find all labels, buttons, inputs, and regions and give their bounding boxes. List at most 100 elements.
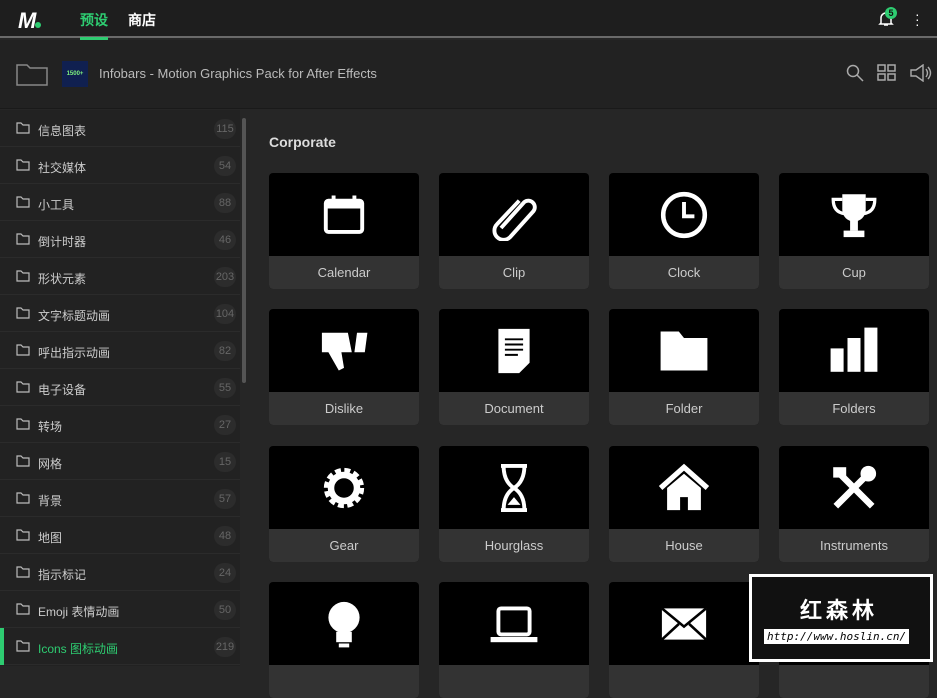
folder-icon[interactable] [16, 62, 48, 86]
card-label: Folder [609, 392, 759, 425]
sidebar-item[interactable]: 社交媒体 54 [0, 147, 240, 184]
sidebar-item[interactable]: 文字标题动画 104 [0, 295, 240, 332]
item-count: 54 [214, 156, 236, 176]
volume-icon[interactable] [910, 64, 932, 82]
trophy-icon [831, 193, 877, 237]
card-label: Document [439, 392, 589, 425]
sidebar-item-label: 背景 [38, 494, 63, 508]
item-count: 219 [214, 637, 236, 657]
icon-preset-card[interactable]: Document [439, 309, 589, 425]
sidebar-item[interactable]: 网格 15 [0, 443, 240, 480]
document-icon [498, 328, 530, 373]
icon-preset-card[interactable]: Hourglass [439, 446, 589, 562]
icon-preset-card[interactable]: Clock [609, 173, 759, 289]
more-menu-icon[interactable]: · · · [915, 7, 920, 31]
folder-icon [16, 233, 30, 248]
sidebar-item[interactable]: 指示标记 24 [0, 554, 240, 591]
sidebar-item-label: 小工具 [38, 198, 75, 212]
item-count: 27 [214, 415, 236, 435]
sidebar-item-label: 社交媒体 [38, 161, 87, 175]
card-label: Clip [439, 256, 589, 289]
sidebar-item[interactable]: 倒计时器 46 [0, 221, 240, 258]
folder-icon [660, 331, 708, 370]
folder-icon [16, 418, 30, 433]
sidebar-item-label: 网格 [38, 457, 63, 471]
folder-icon [16, 344, 30, 359]
item-count: 82 [214, 341, 236, 361]
item-count: 104 [214, 304, 236, 324]
icon-preset-card[interactable] [439, 582, 589, 698]
icon-preset-card[interactable] [609, 582, 759, 698]
sidebar-scrollbar[interactable] [242, 118, 246, 383]
paperclip-icon [492, 198, 537, 241]
notification-badge: 5 [885, 7, 897, 19]
sidebar-item[interactable]: Icons 图标动画 219 [0, 628, 240, 665]
laptop-icon [490, 605, 538, 642]
search-icon[interactable] [846, 64, 864, 82]
sidebar-item[interactable]: 呼出指示动画 82 [0, 332, 240, 369]
sidebar-item[interactable]: 形状元素 203 [0, 258, 240, 295]
sidebar-item-label: 形状元素 [38, 272, 87, 286]
card-label: Hourglass [439, 529, 589, 562]
item-count: 115 [214, 119, 236, 139]
watermark-url: http://www.hoslin.cn/ [764, 629, 910, 644]
sidebar-item[interactable]: 电子设备 55 [0, 369, 240, 406]
icon-preset-card[interactable]: House [609, 446, 759, 562]
icon-preset-card[interactable]: Instruments [779, 446, 929, 562]
sidebar-item[interactable]: 地图 48 [0, 517, 240, 554]
sidebar-item-label: 地图 [38, 531, 63, 545]
item-count: 46 [214, 230, 236, 250]
sidebar-item-label: 呼出指示动画 [38, 346, 111, 360]
item-count: 55 [214, 378, 236, 398]
sidebar-item[interactable]: 转场 27 [0, 406, 240, 443]
card-label: Calendar [269, 256, 419, 289]
icon-preset-card[interactable]: Folder [609, 309, 759, 425]
thumbs-down-icon [321, 332, 368, 370]
sidebar-item[interactable]: 背景 57 [0, 480, 240, 517]
sidebar-item-label: 电子设备 [38, 383, 87, 397]
gear-icon [323, 467, 365, 508]
card-label: Dislike [269, 392, 419, 425]
house-icon [658, 463, 710, 510]
card-label: Clock [609, 256, 759, 289]
tab-store[interactable]: 商店 [128, 10, 156, 30]
top-bar: M 预设 商店 5 · · · [0, 0, 937, 40]
sidebar-item[interactable]: Emoji 表情动画 50 [0, 591, 240, 628]
sidebar-item-label: 指示标记 [38, 568, 87, 582]
grid-view-icon[interactable] [877, 64, 897, 82]
folder-icon [16, 307, 30, 322]
icon-preset-card[interactable]: Folders [779, 309, 929, 425]
card-label [269, 665, 419, 698]
sidebar-item[interactable]: 小工具 88 [0, 184, 240, 221]
icon-preset-card[interactable]: Clip [439, 173, 589, 289]
sidebar-item-label: 信息图表 [38, 124, 87, 138]
app-logo[interactable]: M [18, 8, 41, 34]
icon-preset-card[interactable]: Dislike [269, 309, 419, 425]
item-count: 24 [214, 563, 236, 583]
bar-folders-icon [830, 327, 878, 372]
clock-icon [660, 191, 708, 238]
tab-presets[interactable]: 预设 [80, 10, 108, 40]
card-label: Gear [269, 529, 419, 562]
folder-icon [16, 640, 30, 655]
icon-preset-card[interactable]: Calendar [269, 173, 419, 289]
icon-preset-card[interactable]: Cup [779, 173, 929, 289]
item-count: 48 [214, 526, 236, 546]
card-label [609, 665, 759, 698]
sidebar-item[interactable]: 信息图表 115 [0, 110, 240, 147]
category-sidebar: 信息图表 115 社交媒体 54 小工具 88 倒计时器 46 形状元素 203 文字标题动画 104… [0, 110, 240, 666]
card-label [439, 665, 589, 698]
icon-preset-card[interactable]: Gear [269, 446, 419, 562]
sidebar-item-label: Emoji 表情动画 [38, 605, 120, 619]
folder-icon [16, 603, 30, 618]
watermark-title: 红森林 [800, 598, 879, 623]
icon-preset-card[interactable] [269, 582, 419, 698]
card-label [779, 665, 929, 698]
folder-icon [16, 270, 30, 285]
folder-icon [16, 196, 30, 211]
item-count: 15 [214, 452, 236, 472]
folder-icon [16, 529, 30, 544]
folder-icon [16, 492, 30, 507]
card-label: Folders [779, 392, 929, 425]
card-label: Cup [779, 256, 929, 289]
